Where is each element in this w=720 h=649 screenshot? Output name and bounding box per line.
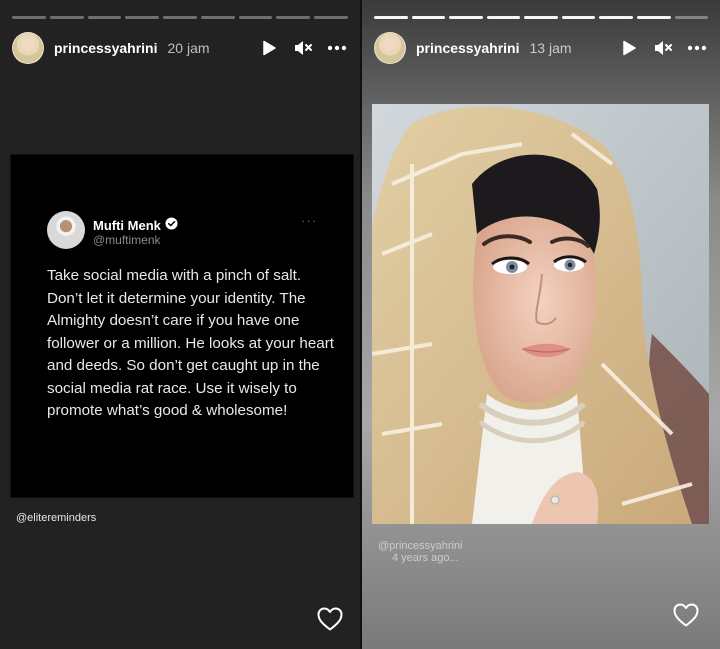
- user-avatar[interactable]: [374, 32, 406, 64]
- story-header: princessyahrini 13 jam: [374, 32, 708, 64]
- progress-segment: [674, 16, 709, 19]
- username[interactable]: princessyahrini: [416, 40, 520, 56]
- more-icon[interactable]: [326, 37, 348, 59]
- mute-icon[interactable]: [652, 37, 674, 59]
- progress-segment: [599, 16, 633, 19]
- tweet-more-icon: ···: [301, 213, 317, 228]
- progress-segment: [12, 16, 46, 19]
- story-progress-bar: [374, 16, 709, 19]
- post-time: 20 jam: [167, 40, 210, 56]
- story-progress-bar: [12, 16, 349, 19]
- watermark-handle: @princessyahrini: [378, 540, 463, 552]
- portrait-photo: [372, 104, 709, 524]
- progress-segment: [125, 16, 160, 19]
- progress-segment: [486, 16, 521, 19]
- tweet-card: Mufti Menk @muftimenk ··· Take social me…: [10, 154, 354, 498]
- watermark-text: @princessyahrini 4 years ago...: [378, 540, 463, 564]
- story-header: princessyahrini 20 jam: [12, 32, 348, 64]
- tweet-text: Take social media with a pinch of salt. …: [47, 267, 334, 419]
- story-right[interactable]: princessyahrini 13 jam @princessyahrini …: [362, 0, 720, 649]
- tweet-author-handle: @muftimenk: [93, 233, 161, 247]
- progress-segment: [276, 16, 311, 19]
- watermark-age: 4 years ago...: [392, 552, 459, 564]
- verified-badge-icon: [165, 217, 178, 233]
- story-left[interactable]: princessyahrini 20 jam Mufti Menk @mufti…: [0, 0, 360, 649]
- post-time: 13 jam: [529, 40, 572, 56]
- play-icon[interactable]: [258, 37, 280, 59]
- progress-segment: [524, 16, 558, 19]
- user-avatar[interactable]: [12, 32, 44, 64]
- progress-segment: [561, 16, 596, 19]
- heart-icon[interactable]: [316, 606, 344, 632]
- progress-segment: [49, 16, 84, 19]
- progress-segment: [636, 16, 671, 19]
- progress-segment: [200, 16, 235, 19]
- mute-icon[interactable]: [292, 37, 314, 59]
- play-icon[interactable]: [618, 37, 640, 59]
- tweet-author-name: Mufti Menk: [93, 217, 178, 233]
- tweet-author-avatar: [47, 211, 85, 249]
- credit-text: @elitereminders: [16, 512, 97, 524]
- progress-segment: [87, 16, 122, 19]
- more-icon[interactable]: [686, 37, 708, 59]
- progress-segment: [374, 16, 408, 19]
- progress-segment: [238, 16, 273, 19]
- heart-icon[interactable]: [672, 602, 700, 628]
- username[interactable]: princessyahrini: [54, 40, 158, 56]
- progress-segment: [411, 16, 446, 19]
- progress-segment: [314, 16, 349, 19]
- progress-segment: [163, 16, 197, 19]
- progress-segment: [449, 16, 483, 19]
